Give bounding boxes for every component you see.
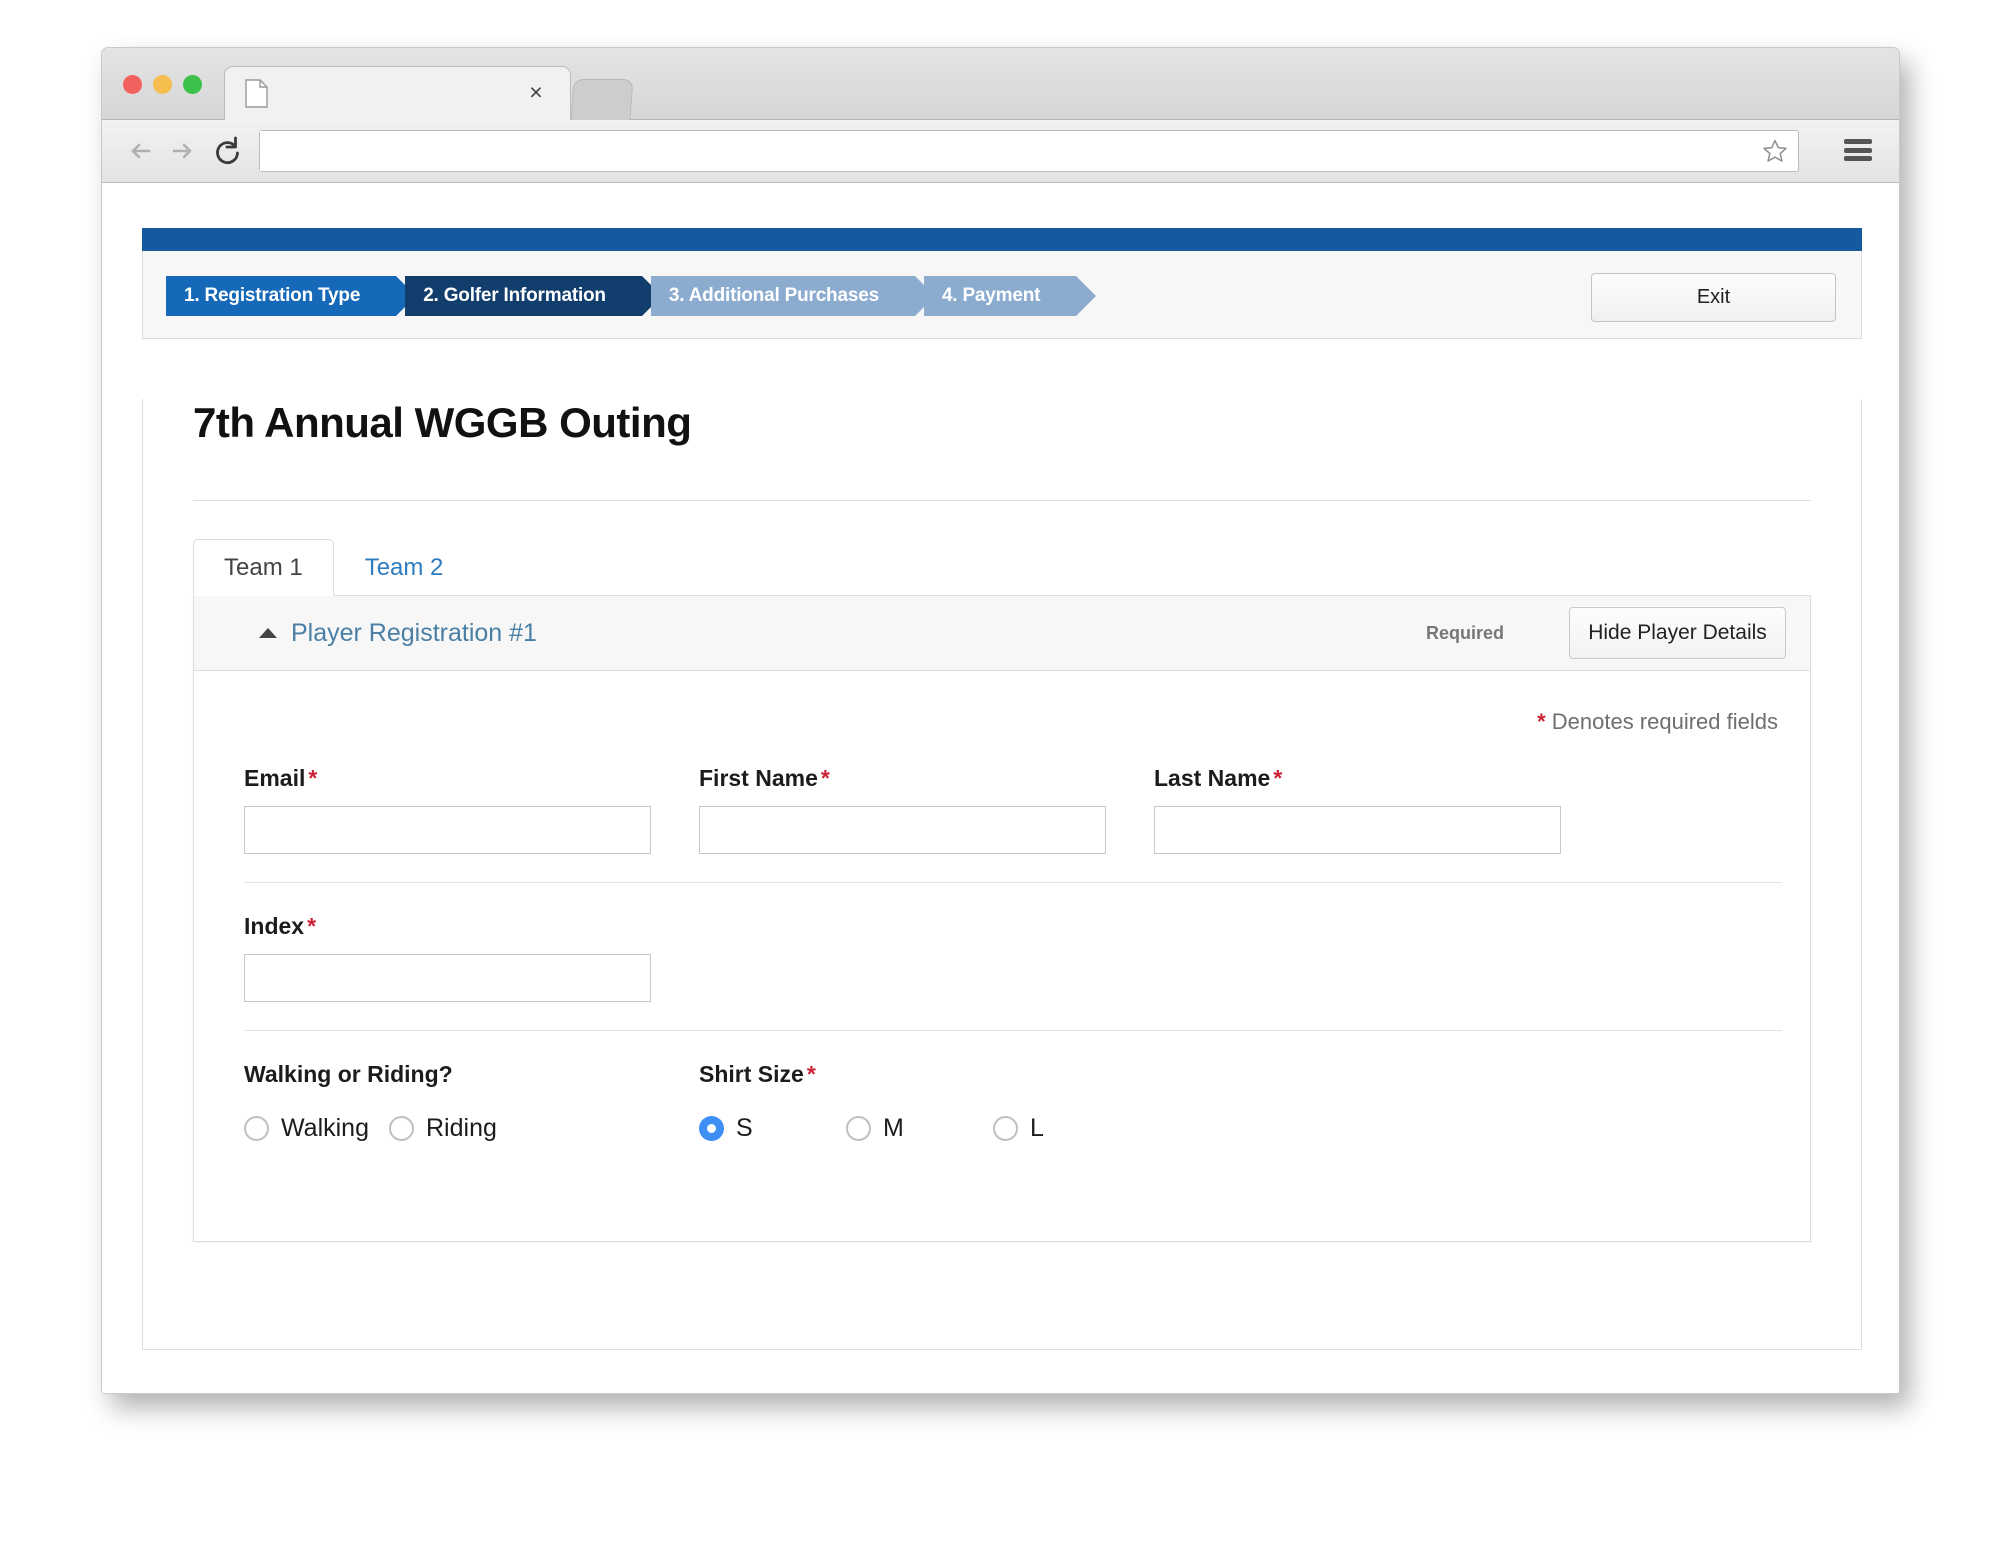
field-shirt-size: Shirt Size * S M L — [699, 1061, 1219, 1143]
first-name-input[interactable] — [699, 806, 1106, 854]
url-input[interactable] — [260, 131, 1752, 171]
forward-arrow-icon[interactable] — [165, 134, 199, 168]
browser-tabstrip: × — [102, 48, 1899, 120]
field-label-walking-or-riding: Walking or Riding? — [244, 1061, 651, 1088]
title-divider — [193, 500, 1811, 501]
back-arrow-icon[interactable] — [124, 134, 158, 168]
required-asterisk: * — [307, 913, 317, 939]
radio-label: Riding — [426, 1114, 497, 1142]
radio-option-shirt-m[interactable]: M — [846, 1114, 983, 1143]
radio-option-shirt-l[interactable]: L — [993, 1114, 1044, 1143]
hamburger-menu-icon[interactable] — [1844, 139, 1872, 161]
page-viewport: 1. Registration Type 2. Golfer Informati… — [102, 183, 1899, 1393]
radio-label: M — [883, 1114, 904, 1142]
radio-circle-icon[interactable] — [993, 1116, 1018, 1141]
form-row-names: Email * First Name * Last Name * — [194, 735, 1810, 882]
field-walking-or-riding: Walking or Riding? Walking Riding — [244, 1061, 651, 1143]
field-label-last-name: Last Name * — [1154, 765, 1561, 792]
radio-circle-icon[interactable] — [699, 1116, 724, 1141]
minimize-window-button[interactable] — [153, 75, 172, 94]
label-text: Last Name — [1154, 765, 1271, 791]
required-note-text: Denotes required fields — [1545, 709, 1778, 734]
label-text: Index — [244, 913, 305, 939]
label-text: Shirt Size — [699, 1061, 804, 1087]
field-label-shirt-size: Shirt Size * — [699, 1061, 1219, 1088]
field-last-name: Last Name * — [1154, 765, 1561, 854]
email-input[interactable] — [244, 806, 651, 854]
player-panel-header: Player Registration #1 Required Hide Pla… — [194, 596, 1810, 671]
label-text: First Name — [699, 765, 818, 791]
wizard-step-additional-purchases[interactable]: 3. Additional Purchases — [650, 276, 936, 316]
field-email: Email * — [244, 765, 651, 854]
shirt-size-radio-group: S M L — [699, 1114, 1219, 1143]
wizard-step-label: 3. Additional Purchases — [668, 285, 879, 306]
required-badge: Required — [1426, 622, 1505, 643]
hide-player-details-button[interactable]: Hide Player Details — [1569, 607, 1786, 659]
walking-or-riding-radio-group: Walking Riding — [244, 1114, 651, 1143]
index-input[interactable] — [244, 954, 651, 1002]
star-icon[interactable] — [1762, 138, 1788, 164]
radio-circle-icon[interactable] — [389, 1116, 414, 1141]
document-icon — [245, 79, 268, 108]
reload-icon[interactable] — [210, 134, 244, 168]
close-window-button[interactable] — [123, 75, 142, 94]
browser-toolbar — [102, 120, 1899, 183]
address-bar[interactable] — [259, 130, 1799, 172]
browser-window: × 1. Registration Type 2. Golfer Informa… — [101, 47, 1900, 1394]
label-text: Walking or Riding? — [244, 1061, 453, 1087]
maximize-window-button[interactable] — [183, 75, 202, 94]
last-name-input[interactable] — [1154, 806, 1561, 854]
player-panel-body: * Denotes required fields Email * First … — [194, 671, 1810, 1241]
wizard-step-label: 4. Payment — [941, 285, 1041, 306]
caret-up-icon[interactable] — [259, 628, 277, 638]
field-label-first-name: First Name * — [699, 765, 1106, 792]
radio-option-riding[interactable]: Riding — [389, 1114, 497, 1143]
required-asterisk: * — [806, 1061, 816, 1087]
browser-tab[interactable]: × — [224, 66, 571, 120]
field-label-email: Email * — [244, 765, 651, 792]
team-tabs: Team 1 Team 2 — [193, 538, 1861, 596]
label-text: Email — [244, 765, 306, 791]
required-asterisk: * — [1537, 709, 1546, 734]
radio-label: S — [736, 1114, 753, 1142]
wizard-step-golfer-information[interactable]: 2. Golfer Information — [405, 276, 662, 316]
radio-option-walking[interactable]: Walking — [244, 1114, 379, 1143]
required-asterisk: * — [1273, 765, 1283, 791]
field-label-index: Index * — [244, 913, 651, 940]
wizard-step-label: 2. Golfer Information — [423, 285, 606, 306]
required-fields-note: * Denotes required fields — [194, 671, 1810, 735]
field-first-name: First Name * — [699, 765, 1106, 854]
required-asterisk: * — [308, 765, 318, 791]
exit-button[interactable]: Exit — [1591, 273, 1836, 322]
radio-label: Walking — [281, 1114, 369, 1142]
new-tab-button[interactable] — [570, 79, 634, 120]
close-tab-icon[interactable]: × — [524, 80, 548, 104]
wizard-step-label: 1. Registration Type — [184, 285, 361, 306]
required-asterisk: * — [820, 765, 830, 791]
wizard-step-registration-type[interactable]: 1. Registration Type — [166, 276, 417, 316]
window-traffic-lights — [123, 75, 202, 94]
tab-team-2[interactable]: Team 2 — [334, 539, 475, 596]
radio-label: L — [1030, 1114, 1044, 1142]
player-registration-panel: Player Registration #1 Required Hide Pla… — [193, 595, 1811, 1242]
radio-circle-icon[interactable] — [846, 1116, 871, 1141]
wizard-step-payment[interactable]: 4. Payment — [923, 276, 1097, 316]
player-panel-title[interactable]: Player Registration #1 — [291, 619, 537, 648]
page-title: 7th Annual WGGB Outing — [193, 399, 692, 446]
wizard-steps: 1. Registration Type 2. Golfer Informati… — [166, 276, 1097, 316]
form-row-index: Index * — [194, 883, 1810, 1030]
panel-bottom-padding — [194, 1171, 1810, 1181]
form-row-options: Walking or Riding? Walking Riding Shirt … — [194, 1031, 1810, 1171]
brand-header-bar — [142, 228, 1862, 251]
registration-content-card: 7th Annual WGGB Outing Team 1 Team 2 Pla… — [142, 399, 1862, 1350]
radio-circle-icon[interactable] — [244, 1116, 269, 1141]
tab-team-1[interactable]: Team 1 — [193, 539, 334, 596]
radio-option-shirt-s[interactable]: S — [699, 1114, 836, 1143]
field-index: Index * — [244, 913, 651, 1002]
wizard-bar: 1. Registration Type 2. Golfer Informati… — [142, 251, 1862, 339]
